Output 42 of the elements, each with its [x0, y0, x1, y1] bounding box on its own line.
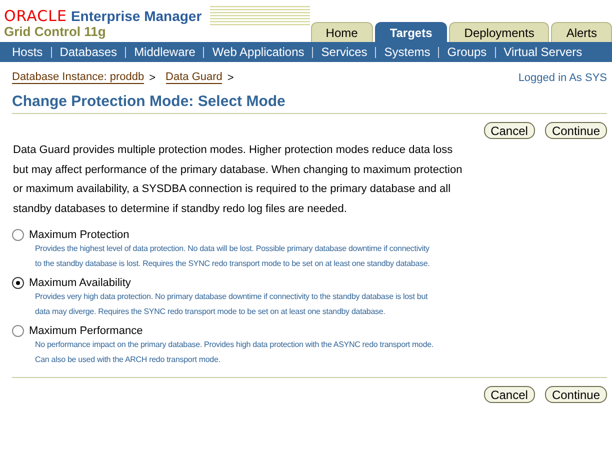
- breadcrumb-link[interactable]: Database Instance: proddb: [12, 71, 144, 84]
- product-subtitle: Grid Control 11g: [4, 24, 107, 39]
- radio-button[interactable]: [12, 325, 24, 337]
- mode-description: Provides the highest level of data protection. No data will be lost. Possible primary database downtime if connectivity to the standby database is lost. Requires the SYNC redo transport mode to be set on at least one standby database.: [35, 243, 431, 270]
- login-status: Logged in As SYS: [518, 72, 607, 84]
- oracle-logo: ORACLE: [4, 7, 67, 25]
- intro-text: Data Guard provides multiple protection modes. Higher protection modes reduce data loss but may affect performance of the primary database. When changing to maximum protection or maximum availability, a SYSDBA connection is required to the primary database and all standby databases to determine if standby redo log files are needed.: [13, 143, 464, 216]
- page-title: Change Protection Mode: Select Mode: [12, 93, 607, 114]
- nav-link[interactable]: Virtual Servers: [504, 45, 582, 59]
- nav-link[interactable]: Web Applications: [212, 45, 304, 59]
- breadcrumb-separator: >: [149, 72, 156, 84]
- action-button[interactable]: Cancel: [484, 122, 535, 139]
- nav-tab[interactable]: Alerts: [551, 22, 612, 42]
- action-button[interactable]: Continue: [544, 122, 607, 139]
- nav-divider: [312, 46, 314, 58]
- nav-tab[interactable]: Targets: [374, 22, 448, 42]
- radio-button[interactable]: [12, 277, 24, 289]
- breadcrumb-separator: >: [227, 72, 234, 84]
- nav-link[interactable]: Groups: [447, 45, 487, 59]
- nav-tab[interactable]: Deployments: [449, 22, 550, 42]
- nav-link[interactable]: Systems: [384, 45, 430, 59]
- nav-divider: [50, 46, 52, 58]
- nav-link[interactable]: Databases: [60, 45, 118, 59]
- nav-divider: [494, 46, 496, 58]
- mode-description: No performance impact on the primary database. Provides high data protection with the ASYNC redo transport mode. Can also be used with the ARCH redo transport mode.: [35, 339, 435, 366]
- mode-description: Provides very high data protection. No primary database downtime if connectivity to the standby database is lost but data may diverge. Requires the SYNC redo transport mode to be set on at least one standby database.: [35, 291, 429, 318]
- product-name: Enterprise Manager: [70, 8, 202, 24]
- nav-divider: [203, 46, 204, 58]
- nav-divider: [375, 46, 376, 58]
- radio-button[interactable]: [12, 229, 24, 241]
- mode-label[interactable]: Maximum Protection: [29, 229, 130, 241]
- nav-divider: [438, 46, 440, 58]
- nav-divider: [125, 46, 126, 58]
- nav-tab[interactable]: Home: [310, 22, 373, 42]
- nav-link[interactable]: Services: [321, 45, 368, 59]
- nav-link[interactable]: Middleware: [134, 45, 196, 59]
- mode-label[interactable]: Maximum Availability: [29, 277, 131, 289]
- nav-link[interactable]: Hosts: [12, 45, 43, 59]
- action-button[interactable]: Cancel: [484, 386, 535, 403]
- mode-label[interactable]: Maximum Performance: [29, 325, 143, 337]
- breadcrumb-link[interactable]: Data Guard: [166, 71, 222, 84]
- action-button[interactable]: Continue: [544, 386, 607, 403]
